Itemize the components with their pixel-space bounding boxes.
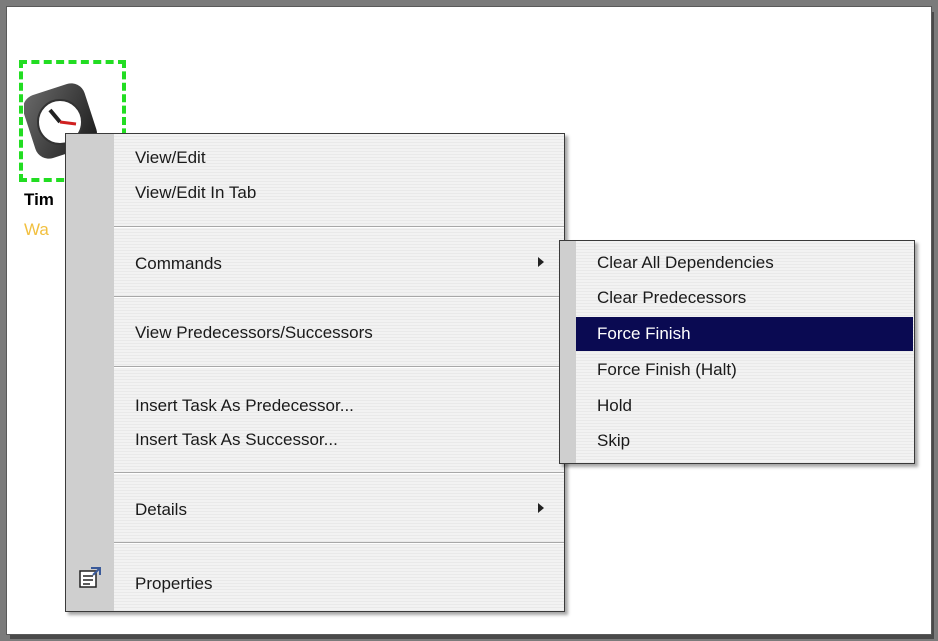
menu-separator [114, 296, 564, 298]
task-node-status: Wa [24, 220, 49, 239]
submenu-item-clear-predecessors[interactable]: Clear Predecessors [597, 288, 746, 308]
submenu-arrow-icon [538, 503, 544, 513]
menu-separator [114, 472, 564, 474]
submenu-gutter [560, 241, 576, 463]
task-node-title: Tim [24, 190, 54, 209]
menu-item-insert-predecessor[interactable]: Insert Task As Predecessor... [135, 396, 354, 416]
menu-item-view-edit-in-tab[interactable]: View/Edit In Tab [135, 183, 256, 203]
submenu-item-skip[interactable]: Skip [597, 431, 630, 451]
menu-item-insert-successor[interactable]: Insert Task As Successor... [135, 430, 338, 450]
menu-item-view-edit[interactable]: View/Edit [135, 148, 206, 168]
menu-item-commands[interactable]: Commands [135, 254, 222, 274]
submenu-item-hold[interactable]: Hold [597, 396, 632, 416]
menu-icon-gutter [66, 134, 114, 611]
properties-icon [79, 567, 101, 588]
menu-item-details[interactable]: Details [135, 500, 187, 520]
submenu-item-force-finish[interactable]: Force Finish [597, 324, 691, 344]
menu-separator [114, 226, 564, 228]
submenu-item-force-finish-halt[interactable]: Force Finish (Halt) [597, 360, 737, 380]
submenu-arrow-icon [538, 257, 544, 267]
menu-separator [114, 366, 564, 368]
menu-item-properties[interactable]: Properties [135, 574, 212, 594]
commands-submenu: Clear All Dependencies Clear Predecessor… [559, 240, 915, 464]
submenu-item-clear-all-dependencies[interactable]: Clear All Dependencies [597, 253, 774, 273]
menu-item-view-predecessors-successors[interactable]: View Predecessors/Successors [135, 323, 373, 343]
menu-separator [114, 542, 564, 544]
context-menu: View/Edit View/Edit In Tab Commands View… [65, 133, 565, 612]
